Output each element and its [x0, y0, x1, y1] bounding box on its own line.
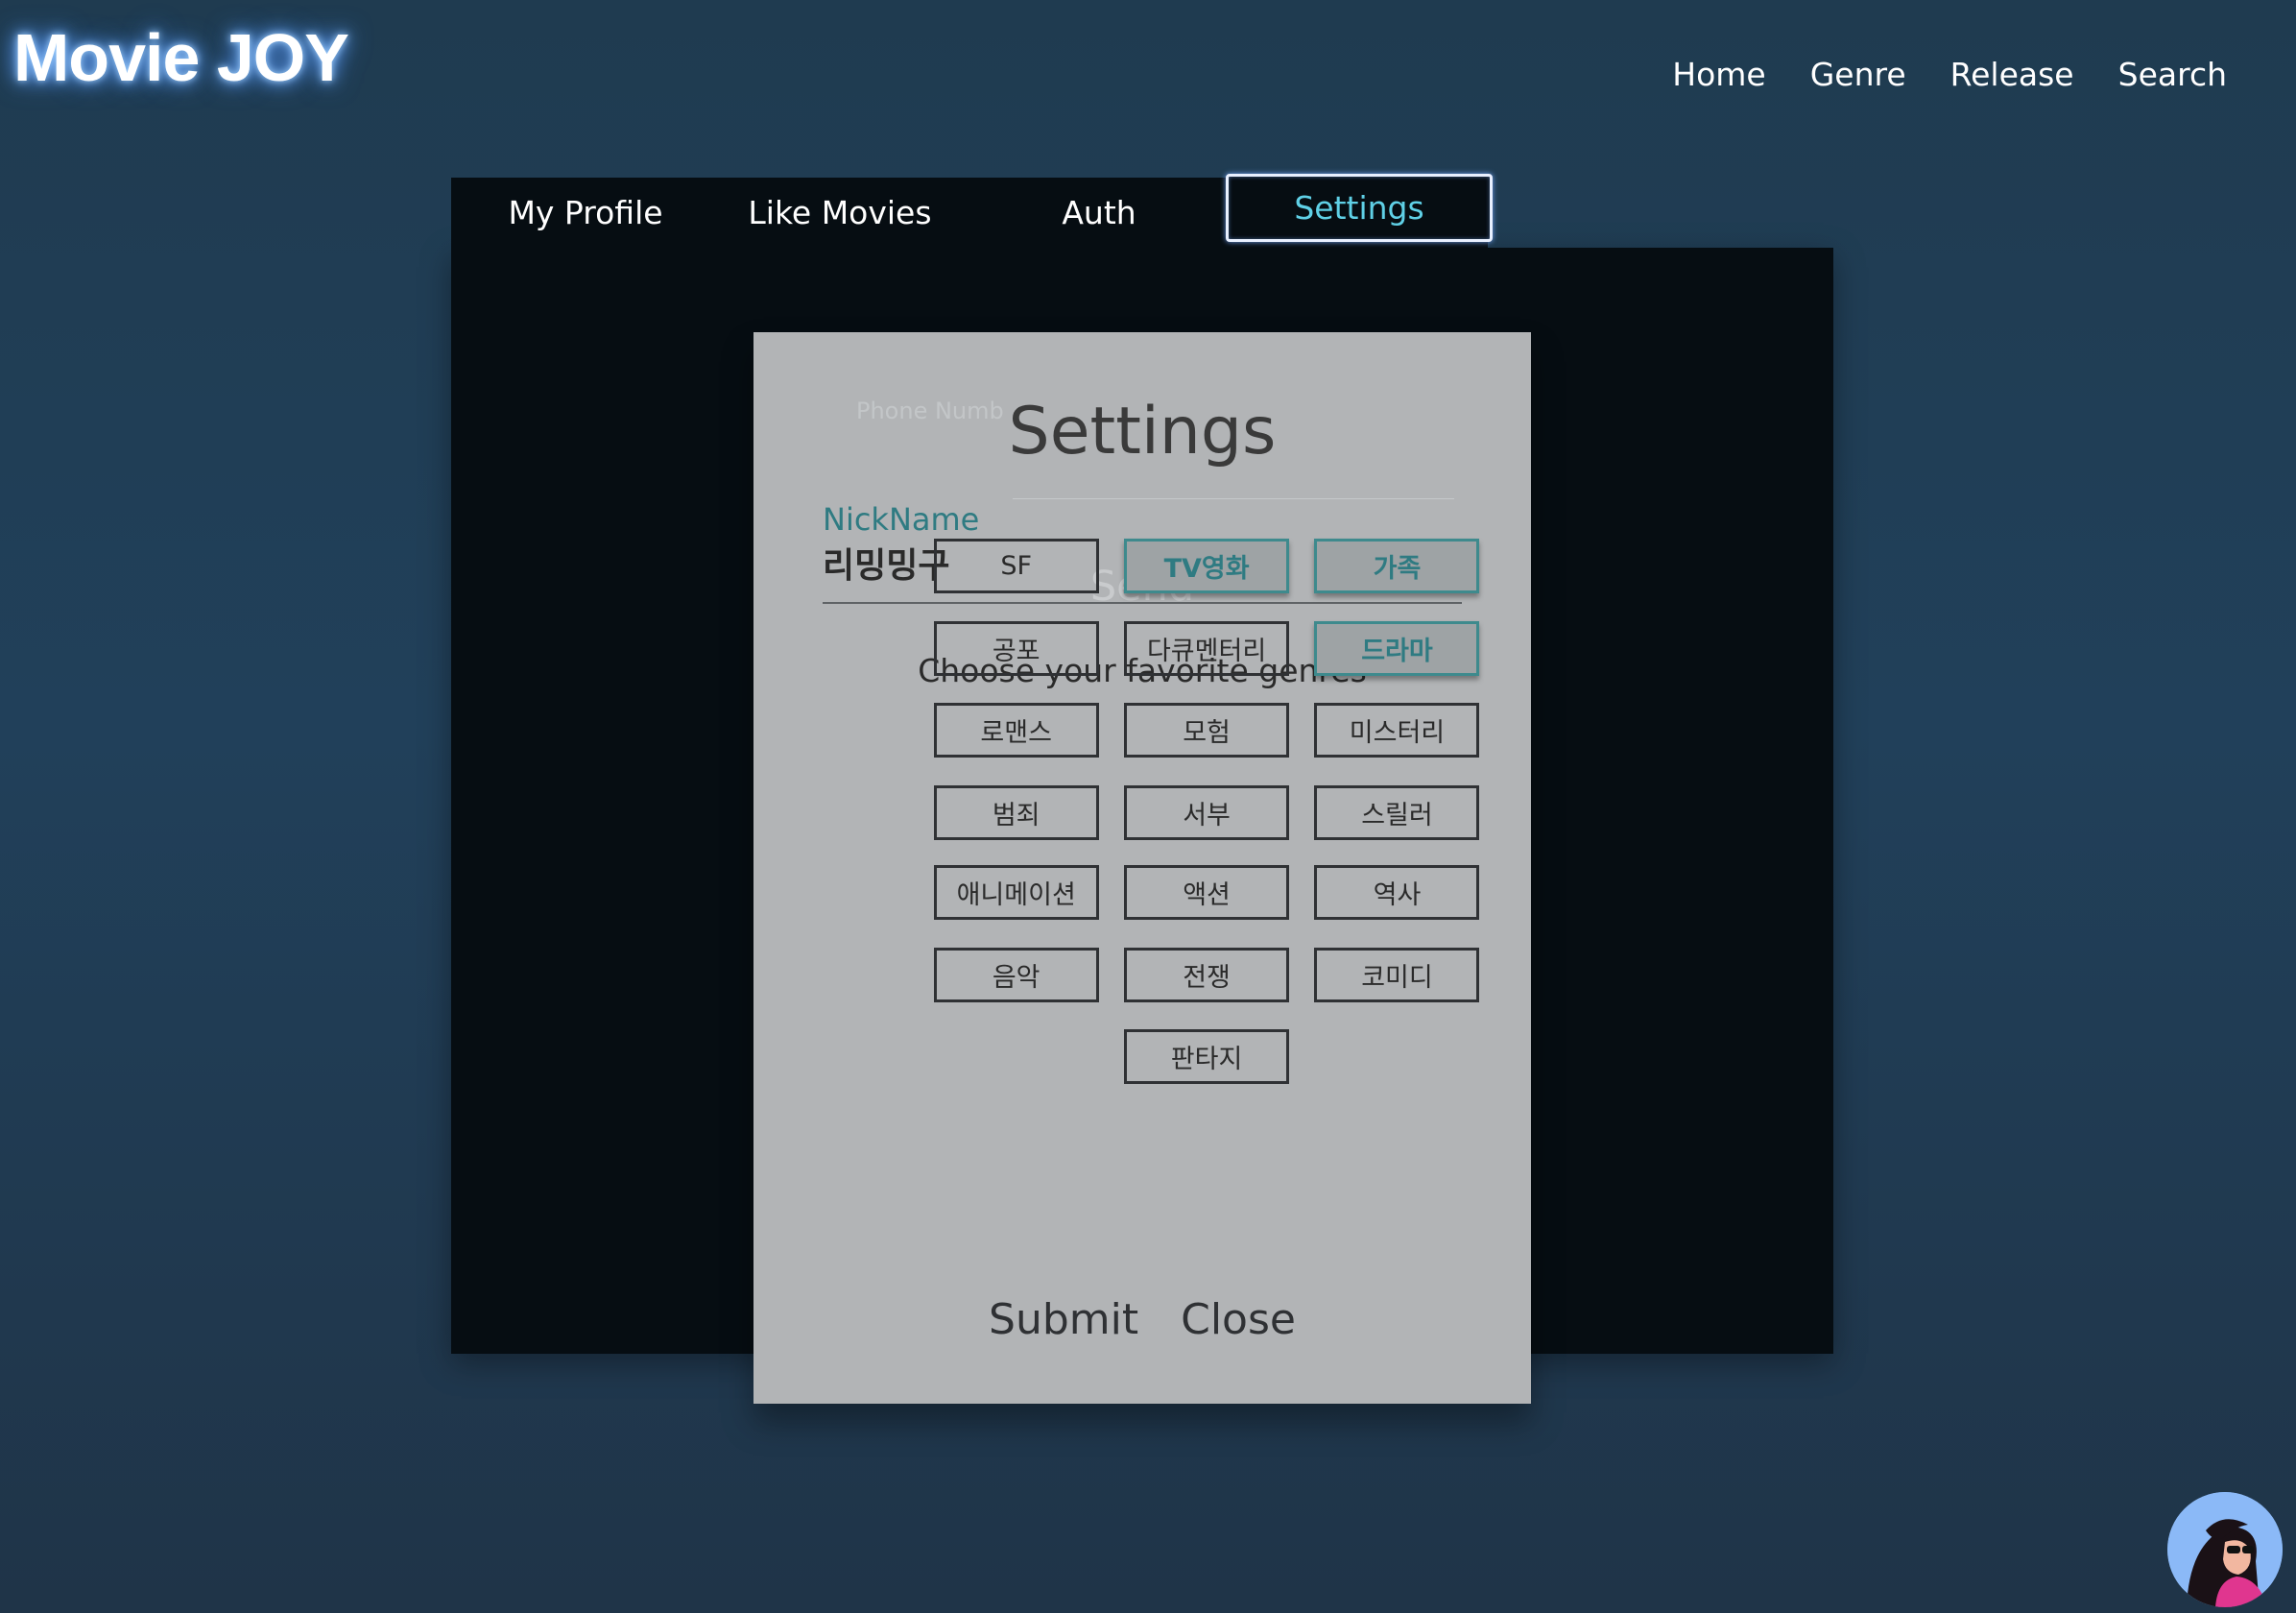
modal-title: Settings	[1008, 394, 1277, 469]
nav-release[interactable]: Release	[1950, 56, 2074, 93]
genre-button[interactable]: 공포	[933, 620, 1099, 676]
genre-button[interactable]: 드라마	[1314, 620, 1480, 676]
genre-button[interactable]: 미스터리	[1314, 703, 1480, 758]
modal-actions: Submit Close	[753, 1295, 1531, 1344]
genre-button[interactable]: 로맨스	[933, 703, 1099, 758]
title-divider	[1013, 498, 1454, 499]
top-nav: Home Genre Release Search	[1672, 56, 2227, 93]
settings-modal: Phone Numb Settings NickName 리밍밍구 Send C…	[753, 332, 1531, 1404]
genre-button[interactable]: 애니메이션	[933, 865, 1099, 921]
nickname-label: NickName	[823, 501, 980, 538]
genre-button[interactable]: 모험	[1124, 703, 1290, 758]
genre-button[interactable]: TV영화	[1124, 539, 1290, 594]
tab-auth[interactable]: Auth	[1003, 178, 1195, 248]
nav-home[interactable]: Home	[1672, 56, 1765, 93]
profile-tabs: My Profile Like Movies Auth Settings	[451, 174, 1833, 248]
genre-button[interactable]: 코미디	[1314, 947, 1480, 1002]
nav-search[interactable]: Search	[2118, 56, 2227, 93]
genre-button[interactable]: 범죄	[933, 784, 1099, 840]
tab-like-movies[interactable]: Like Movies	[739, 178, 941, 248]
genre-button[interactable]: 판타지	[1124, 1029, 1290, 1085]
tab-my-profile[interactable]: My Profile	[490, 178, 682, 248]
user-avatar[interactable]	[2167, 1492, 2283, 1607]
genre-button[interactable]: 다큐멘터리	[1124, 620, 1290, 676]
genre-button[interactable]: 역사	[1314, 865, 1480, 921]
genre-button[interactable]: 스릴러	[1314, 784, 1480, 840]
app-logo[interactable]: Movie JOY	[13, 19, 349, 96]
submit-button[interactable]: Submit	[989, 1295, 1138, 1344]
genre-button[interactable]: 전쟁	[1124, 947, 1290, 1002]
close-button[interactable]: Close	[1181, 1295, 1296, 1344]
genre-button[interactable]: 음악	[933, 947, 1099, 1002]
genre-button[interactable]: SF	[933, 539, 1099, 594]
genre-button[interactable]: 가족	[1314, 539, 1480, 594]
tab-settings[interactable]: Settings	[1226, 174, 1493, 242]
nav-genre[interactable]: Genre	[1810, 56, 1906, 93]
genre-button[interactable]: 서부	[1124, 784, 1290, 840]
genre-button[interactable]: 액션	[1124, 865, 1290, 921]
nickname-underline	[823, 602, 1462, 604]
avatar-illustration-icon	[2167, 1492, 2283, 1607]
